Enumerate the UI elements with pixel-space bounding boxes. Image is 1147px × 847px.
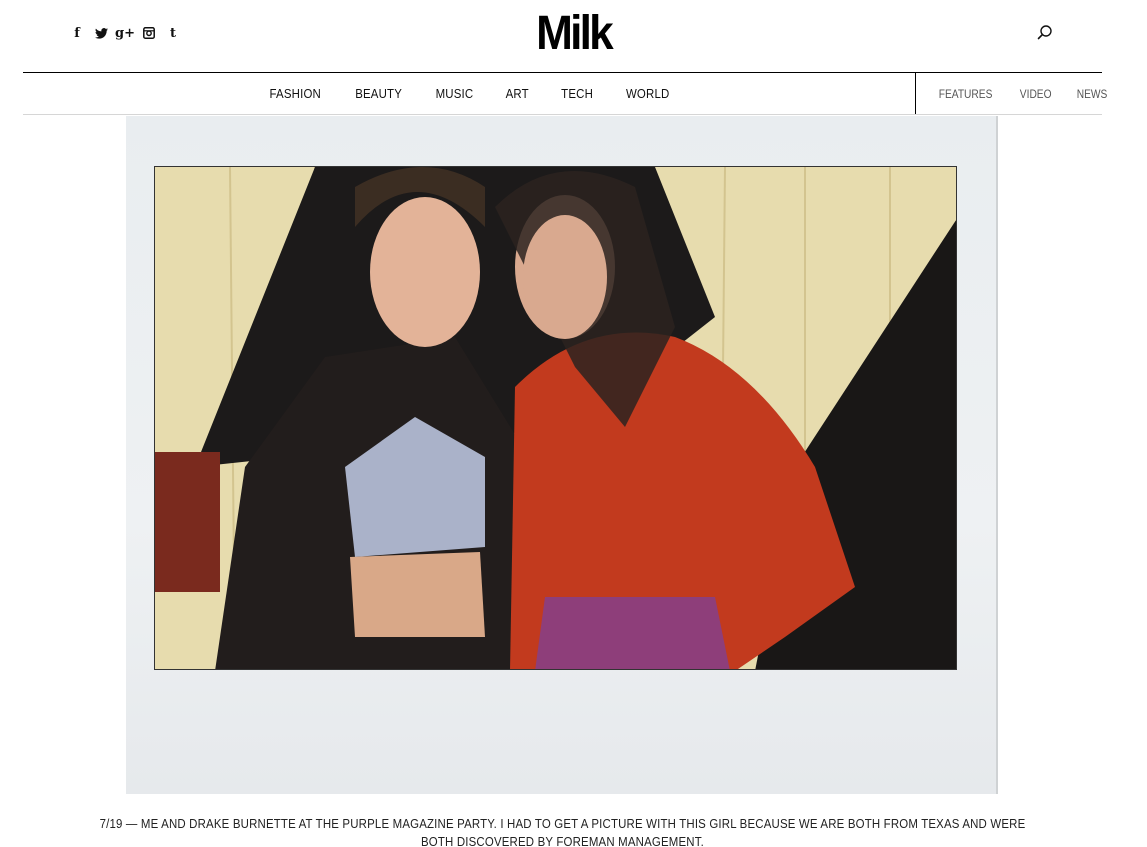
nav-item-tech[interactable]: TECH <box>549 86 605 101</box>
site-logo[interactable]: Milk <box>46 6 1101 62</box>
main-nav: FASHION BEAUTY MUSIC ART TECH WORLD FEAT… <box>23 73 1108 115</box>
polaroid-photo[interactable] <box>154 166 957 670</box>
caption-text: 7/19 — ME AND DRAKE BURNETTE AT THE PURP… <box>99 816 1026 847</box>
nav-item-features[interactable]: FEATURES <box>930 87 1001 101</box>
secondary-menu: FEATURES VIDEO NEWS <box>916 73 1108 114</box>
category-menu: FASHION BEAUTY MUSIC ART TECH WORLD <box>23 73 915 114</box>
site-header: f g+ t Milk <box>0 0 1147 73</box>
nav-item-video[interactable]: VIDEO <box>1011 87 1060 101</box>
nav-item-fashion[interactable]: FASHION <box>257 86 333 101</box>
search-icon[interactable] <box>1036 24 1054 42</box>
nav-item-world[interactable]: WORLD <box>614 86 682 101</box>
nav-item-news[interactable]: NEWS <box>1069 87 1117 101</box>
photo-caption: 7/19 — ME AND DRAKE BURNETTE AT THE PURP… <box>23 815 1102 847</box>
nav-item-art[interactable]: ART <box>494 86 542 101</box>
nav-item-music[interactable]: MUSIC <box>424 86 486 101</box>
nav-item-beauty[interactable]: BEAUTY <box>343 86 414 101</box>
polaroid-frame <box>126 116 998 794</box>
